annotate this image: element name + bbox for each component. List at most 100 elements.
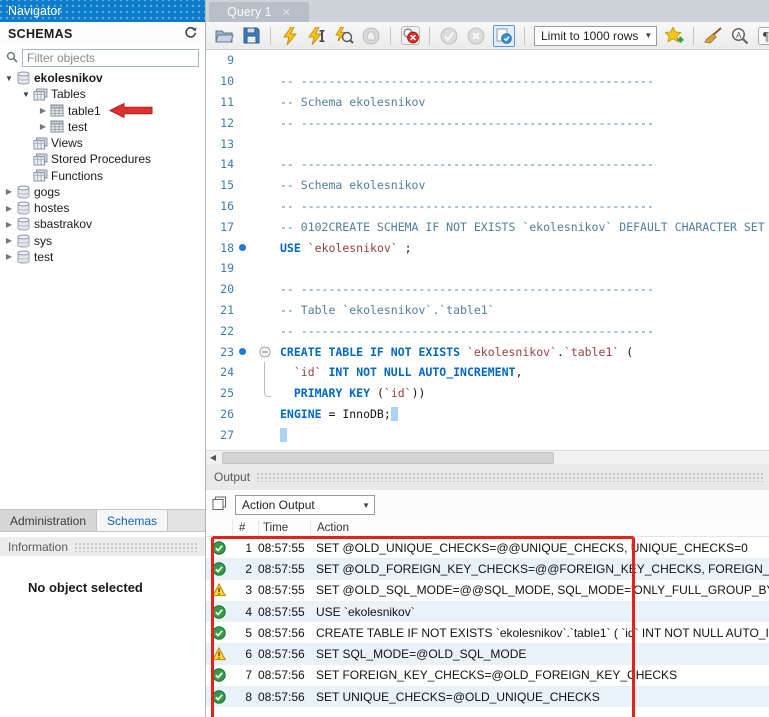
filter-objects-input[interactable] bbox=[22, 49, 199, 67]
tree-item-gogs[interactable]: ▶gogs bbox=[0, 184, 205, 200]
output-row-6[interactable]: 608:57:56SET SQL_MODE=@OLD_SQL_MODE bbox=[206, 643, 769, 664]
expand-right-icon[interactable]: ▶ bbox=[4, 204, 14, 213]
code-text: -- -------------------------------------… bbox=[280, 199, 769, 213]
row-index: 5 bbox=[232, 626, 258, 640]
expand-right-icon[interactable]: ▶ bbox=[38, 122, 48, 131]
tree-item-table1[interactable]: ▶table1 bbox=[0, 103, 205, 119]
folder-icon bbox=[31, 137, 49, 150]
tree-item-ekolesnikov[interactable]: ▼ekolesnikov bbox=[0, 70, 205, 86]
scrollbar-thumb[interactable] bbox=[222, 452, 554, 464]
code-line-17[interactable]: 17-- 0102CREATE SCHEMA IF NOT EXISTS `ek… bbox=[206, 216, 769, 237]
tree-item-label: Functions bbox=[49, 169, 103, 183]
output-row-3[interactable]: 308:57:55SET @OLD_SQL_MODE=@@SQL_MODE, S… bbox=[206, 580, 769, 601]
tree-item-views[interactable]: Views bbox=[0, 135, 205, 151]
tree-item-stored-procedures[interactable]: Stored Procedures bbox=[0, 151, 205, 167]
tree-item-tables[interactable]: ▼Tables bbox=[0, 86, 205, 102]
output-row-1[interactable]: 108:57:55SET @OLD_UNIQUE_CHECKS=@@UNIQUE… bbox=[206, 537, 769, 558]
beautify-icon[interactable] bbox=[703, 26, 723, 46]
code-line-16[interactable]: 16-- -----------------------------------… bbox=[206, 196, 769, 217]
line-number: 27 bbox=[206, 428, 234, 442]
rollback-icon[interactable] bbox=[466, 26, 486, 46]
svg-text:A: A bbox=[736, 31, 742, 40]
code-line-9[interactable]: 9 bbox=[206, 50, 769, 71]
tree-item-sbastrakov[interactable]: ▶sbastrakov bbox=[0, 216, 205, 232]
tree-item-label: test bbox=[66, 120, 87, 134]
code-line-13[interactable]: 13 bbox=[206, 133, 769, 154]
toggle-autocommit-icon[interactable] bbox=[493, 25, 515, 47]
line-number: 9 bbox=[206, 53, 234, 67]
expand-down-icon[interactable]: ▼ bbox=[4, 74, 14, 83]
expand-right-icon[interactable]: ▶ bbox=[38, 106, 48, 115]
output-row-4[interactable]: 408:57:55USE `ekolesnikov` bbox=[206, 601, 769, 622]
code-line-12[interactable]: 12-- -----------------------------------… bbox=[206, 112, 769, 133]
code-line-15[interactable]: 15-- Schema ekolesnikov bbox=[206, 175, 769, 196]
expand-right-icon[interactable]: ▶ bbox=[4, 187, 14, 196]
expand-right-icon[interactable]: ▶ bbox=[4, 252, 14, 261]
refresh-schemas-icon[interactable] bbox=[184, 26, 197, 42]
code-line-24[interactable]: 24 `id` INT NOT NULL AUTO_INCREMENT, bbox=[206, 362, 769, 383]
editor-horizontal-scrollbar[interactable]: ◀ bbox=[206, 450, 769, 464]
code-text: ENGINE = InnoDB; bbox=[280, 407, 769, 421]
save-icon[interactable] bbox=[241, 26, 261, 46]
open-file-icon[interactable] bbox=[214, 26, 234, 46]
code-line-14[interactable]: 14-- -----------------------------------… bbox=[206, 154, 769, 175]
limit-rows-select[interactable]: Limit to 1000 rows ▼ bbox=[534, 26, 657, 46]
row-index: 2 bbox=[232, 562, 258, 576]
code-line-23[interactable]: 23CREATE TABLE IF NOT EXISTS `ekolesniko… bbox=[206, 341, 769, 362]
toggle-stop-on-error-icon[interactable] bbox=[400, 26, 420, 46]
code-line-19[interactable]: 19 bbox=[206, 258, 769, 279]
code-text: PRIMARY KEY (`id`)) bbox=[280, 386, 769, 400]
code-line-10[interactable]: 10-- -----------------------------------… bbox=[206, 71, 769, 92]
scroll-left-icon[interactable]: ◀ bbox=[206, 453, 220, 462]
row-action-text: SET FOREIGN_KEY_CHECKS=@OLD_FOREIGN_KEY_… bbox=[314, 668, 769, 682]
code-line-22[interactable]: 22-- -----------------------------------… bbox=[206, 320, 769, 341]
code-line-26[interactable]: 26ENGINE = InnoDB; bbox=[206, 404, 769, 425]
code-line-18[interactable]: 18USE `ekolesnikov` ; bbox=[206, 237, 769, 258]
tree-item-sys[interactable]: ▶sys bbox=[0, 233, 205, 249]
output-row-7[interactable]: 708:57:56SET FOREIGN_KEY_CHECKS=@OLD_FOR… bbox=[206, 665, 769, 686]
header-texture bbox=[256, 472, 763, 482]
stop-icon[interactable] bbox=[361, 26, 381, 46]
filter-row bbox=[0, 47, 205, 69]
status-warning-icon bbox=[206, 647, 232, 661]
output-view-select[interactable]: Action Output ▼ bbox=[235, 495, 375, 515]
tree-item-functions[interactable]: Functions bbox=[0, 168, 205, 184]
code-text: USE `ekolesnikov` ; bbox=[280, 241, 769, 255]
row-index: 3 bbox=[232, 583, 258, 597]
expand-down-icon[interactable]: ▼ bbox=[21, 90, 31, 99]
show-invisibles-icon[interactable]: ¶ bbox=[757, 26, 769, 46]
commit-icon[interactable] bbox=[439, 26, 459, 46]
fold-collapse-icon[interactable] bbox=[250, 341, 280, 362]
tree-item-hostes[interactable]: ▶hostes bbox=[0, 200, 205, 216]
code-line-20[interactable]: 20-- -----------------------------------… bbox=[206, 279, 769, 300]
output-row-2[interactable]: 208:57:55SET @OLD_FOREIGN_KEY_CHECKS=@@F… bbox=[206, 558, 769, 579]
tab-query-1[interactable]: Query 1 ✕ bbox=[209, 2, 309, 22]
explain-icon[interactable] bbox=[334, 26, 354, 46]
row-action-text: SET SQL_MODE=@OLD_SQL_MODE bbox=[314, 647, 769, 661]
close-tab-icon[interactable]: ✕ bbox=[282, 6, 291, 19]
database-icon bbox=[14, 185, 32, 199]
row-index: 7 bbox=[232, 668, 258, 682]
tab-administration[interactable]: Administration bbox=[0, 510, 97, 531]
tree-item-test[interactable]: ▶ test bbox=[0, 119, 205, 135]
execute-current-icon[interactable] bbox=[307, 26, 327, 46]
tree-item-test[interactable]: ▶test bbox=[0, 249, 205, 265]
save-snippet-icon[interactable] bbox=[664, 26, 684, 46]
execute-icon[interactable] bbox=[280, 26, 300, 46]
output-row-5[interactable]: 508:57:56CREATE TABLE IF NOT EXISTS `eko… bbox=[206, 622, 769, 643]
sql-code-editor[interactable]: 9 10-- ----------------------------------… bbox=[206, 50, 769, 450]
code-line-11[interactable]: 11-- Schema ekolesnikov bbox=[206, 92, 769, 113]
fold-guide bbox=[250, 71, 280, 92]
code-text: -- -------------------------------------… bbox=[280, 157, 769, 171]
expand-right-icon[interactable]: ▶ bbox=[4, 236, 14, 245]
expand-right-icon[interactable]: ▶ bbox=[4, 220, 14, 229]
find-icon[interactable]: A bbox=[730, 26, 750, 46]
code-line-27[interactable]: 27 bbox=[206, 424, 769, 445]
code-line-21[interactable]: 21-- Table `ekolesnikov`.`table1` bbox=[206, 300, 769, 321]
code-line-25[interactable]: 25 PRIMARY KEY (`id`)) bbox=[206, 383, 769, 404]
folder-icon bbox=[31, 169, 49, 182]
tab-schemas[interactable]: Schemas bbox=[97, 510, 168, 531]
tab-administration-label: Administration bbox=[10, 514, 86, 528]
statement-marker-icon bbox=[234, 348, 250, 355]
output-row-8[interactable]: 808:57:56SET UNIQUE_CHECKS=@OLD_UNIQUE_C… bbox=[206, 686, 769, 707]
